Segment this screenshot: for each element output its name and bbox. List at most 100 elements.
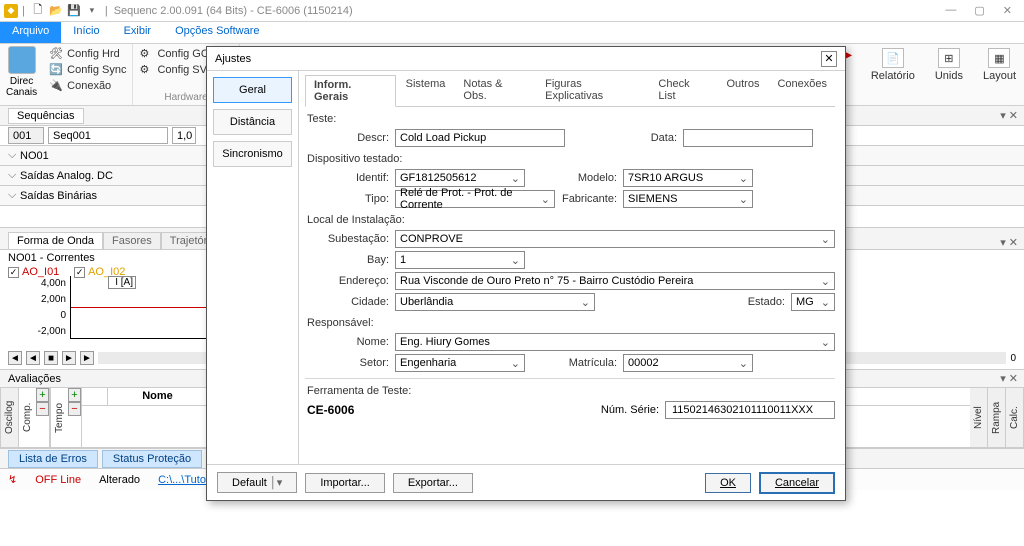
select-estado[interactable]: MG	[791, 293, 835, 311]
sequencias-close-icon[interactable]: ▾ ✕	[1000, 109, 1018, 122]
checkbox-icon[interactable]: ✓	[8, 267, 19, 278]
seq-name[interactable]: Seq001	[48, 127, 168, 144]
scroll-right-icon[interactable]: ►	[62, 351, 76, 365]
col-nome: Nome	[108, 388, 208, 405]
plus-button[interactable]: +	[36, 388, 49, 402]
select-identif[interactable]: GF1812505612	[395, 169, 525, 187]
tab-fasores[interactable]: Fasores	[103, 232, 161, 249]
minimize-icon[interactable]: —	[945, 4, 956, 17]
wave-legend: NO01 - Correntes ✓AO_I01 ✓AO_I02	[8, 252, 137, 278]
scroll-right2-icon[interactable]: ►	[80, 351, 94, 365]
maximize-icon[interactable]: ▢	[974, 4, 984, 17]
new-icon[interactable]: 🗋	[31, 4, 45, 18]
tab-status-protecao[interactable]: Status Proteção	[102, 450, 202, 468]
label-setor: Setor:	[305, 357, 389, 369]
select-fabricante[interactable]: SIEMENS	[623, 190, 753, 208]
modal-titlebar: Ajustes ✕	[207, 47, 845, 71]
btn-ok[interactable]: OK	[705, 473, 751, 493]
plus-minus: + −	[36, 388, 50, 447]
mtab-notas[interactable]: Notas & Obs.	[455, 75, 535, 106]
vtab-rampa[interactable]: Rampa	[988, 388, 1006, 447]
tab-inicio[interactable]: Início	[61, 22, 111, 43]
wave-close-icon[interactable]: ▾ ✕	[1000, 236, 1018, 249]
ribbon-config-sync[interactable]: 🔄Config Sync	[49, 62, 126, 78]
tab-forma-onda[interactable]: Forma de Onda	[8, 232, 103, 249]
tab-exibir[interactable]: Exibir	[112, 22, 164, 43]
plus-minus2: + −	[68, 388, 82, 447]
select-matricula[interactable]: 00002	[623, 354, 753, 372]
input-data[interactable]	[683, 129, 813, 147]
input-descr[interactable]: Cold Load Pickup	[395, 129, 565, 147]
seq-num[interactable]: 001	[8, 127, 44, 144]
mtab-conexoes[interactable]: Conexões	[769, 75, 835, 106]
sv-icon: ⚙	[139, 63, 153, 77]
select-setor[interactable]: Engenharia	[395, 354, 525, 372]
chevron-down-icon: ⌵	[8, 169, 20, 182]
mtab-sistema[interactable]: Sistema	[398, 75, 454, 106]
select-cidade[interactable]: Uberlândia	[395, 293, 595, 311]
plus-button[interactable]: +	[68, 388, 81, 402]
scroll-left-icon[interactable]: ◄	[8, 351, 22, 365]
sequencias-tab[interactable]: Sequências	[8, 108, 84, 124]
vtab-tempo[interactable]: Tempo	[50, 388, 68, 447]
close-icon[interactable]: ✕	[1003, 4, 1012, 17]
dropdown-icon[interactable]: ▾	[85, 4, 99, 18]
ribbon-conexao[interactable]: 🔌Conexão	[49, 78, 126, 94]
select-endereco[interactable]: Rua Visconde de Ouro Preto n° 75 - Bairr…	[395, 272, 835, 290]
side-sincronismo[interactable]: Sincronismo	[213, 141, 292, 167]
mtab-checklist[interactable]: Check List	[650, 75, 716, 106]
scroll-home-icon[interactable]: ■	[44, 351, 58, 365]
select-modelo[interactable]: 7SR10 ARGUS	[623, 169, 753, 187]
modal-tabs: Inform. Gerais Sistema Notas & Obs. Figu…	[305, 75, 835, 107]
sync-icon: 🔄	[49, 63, 63, 77]
ribbon-direc-canais[interactable]: DirecCanais	[0, 44, 43, 105]
label-modelo: Modelo:	[561, 172, 617, 184]
select-bay[interactable]: 1	[395, 251, 525, 269]
mtab-outros[interactable]: Outros	[718, 75, 767, 106]
vtab-comp[interactable]: Comp.	[18, 388, 36, 447]
side-distancia[interactable]: Distância	[213, 109, 292, 135]
chevron-down-icon: ⌵	[8, 149, 20, 162]
menu-tabs: Arquivo Início Exibir Opções Software	[0, 22, 1024, 44]
input-num-serie[interactable]: 11502146302101110011XXX	[665, 401, 835, 419]
tab-opcoes[interactable]: Opções Software	[163, 22, 271, 43]
seq-val[interactable]: 1,0	[172, 127, 196, 144]
btn-importar[interactable]: Importar...	[305, 473, 385, 493]
open-icon[interactable]: 📂	[49, 4, 63, 18]
device-model: CE-6006	[307, 403, 354, 417]
report-icon: 📄	[882, 48, 904, 68]
ribbon-unids[interactable]: ⊞Unids	[929, 46, 969, 84]
label-bay: Bay:	[305, 254, 389, 266]
scroll-left2-icon[interactable]: ◄	[26, 351, 40, 365]
units-icon: ⊞	[938, 48, 960, 68]
ribbon-layout[interactable]: ▦Layout	[977, 46, 1022, 84]
minus-button[interactable]: −	[68, 402, 81, 416]
vtab-oscilog[interactable]: Oscilog	[0, 388, 18, 447]
select-subestacao[interactable]: CONPROVE	[395, 230, 835, 248]
vtab-nivel[interactable]: Nível	[970, 388, 988, 447]
modal-close-icon[interactable]: ✕	[821, 51, 837, 67]
side-geral[interactable]: Geral	[213, 77, 292, 103]
ribbon-hardware-group: 🛠Config Hrd 🔄Config Sync 🔌Conexão	[43, 44, 133, 105]
minus-button[interactable]: −	[36, 402, 49, 416]
label-data: Data:	[621, 132, 677, 144]
tab-arquivo[interactable]: Arquivo	[0, 22, 61, 43]
tab-lista-erros[interactable]: Lista de Erros	[8, 450, 98, 468]
y-tick: 0	[30, 310, 66, 321]
section-teste: Teste:	[307, 113, 835, 125]
select-tipo[interactable]: Relé de Prot. - Prot. de Corrente	[395, 190, 555, 208]
legend-ao-i01[interactable]: ✓AO_I01	[8, 266, 59, 278]
avaliacoes-title: Avaliações	[8, 373, 61, 385]
btn-default[interactable]: Default	[217, 472, 297, 493]
btn-cancelar[interactable]: Cancelar	[759, 472, 835, 494]
btn-exportar[interactable]: Exportar...	[393, 473, 473, 493]
label-subestacao: Subestação:	[305, 233, 389, 245]
mtab-inform[interactable]: Inform. Gerais	[305, 75, 396, 107]
ribbon-config-hrd[interactable]: 🛠Config Hrd	[49, 46, 126, 62]
avaliacoes-close-icon[interactable]: ▾ ✕	[1000, 372, 1018, 385]
vtab-calc[interactable]: Calc.	[1006, 388, 1024, 447]
select-nome[interactable]: Eng. Hiury Gomes	[395, 333, 835, 351]
save-icon[interactable]: 💾	[67, 4, 81, 18]
ribbon-relatorio[interactable]: 📄Relatório	[865, 46, 921, 84]
mtab-figuras[interactable]: Figuras Explicativas	[537, 75, 648, 106]
